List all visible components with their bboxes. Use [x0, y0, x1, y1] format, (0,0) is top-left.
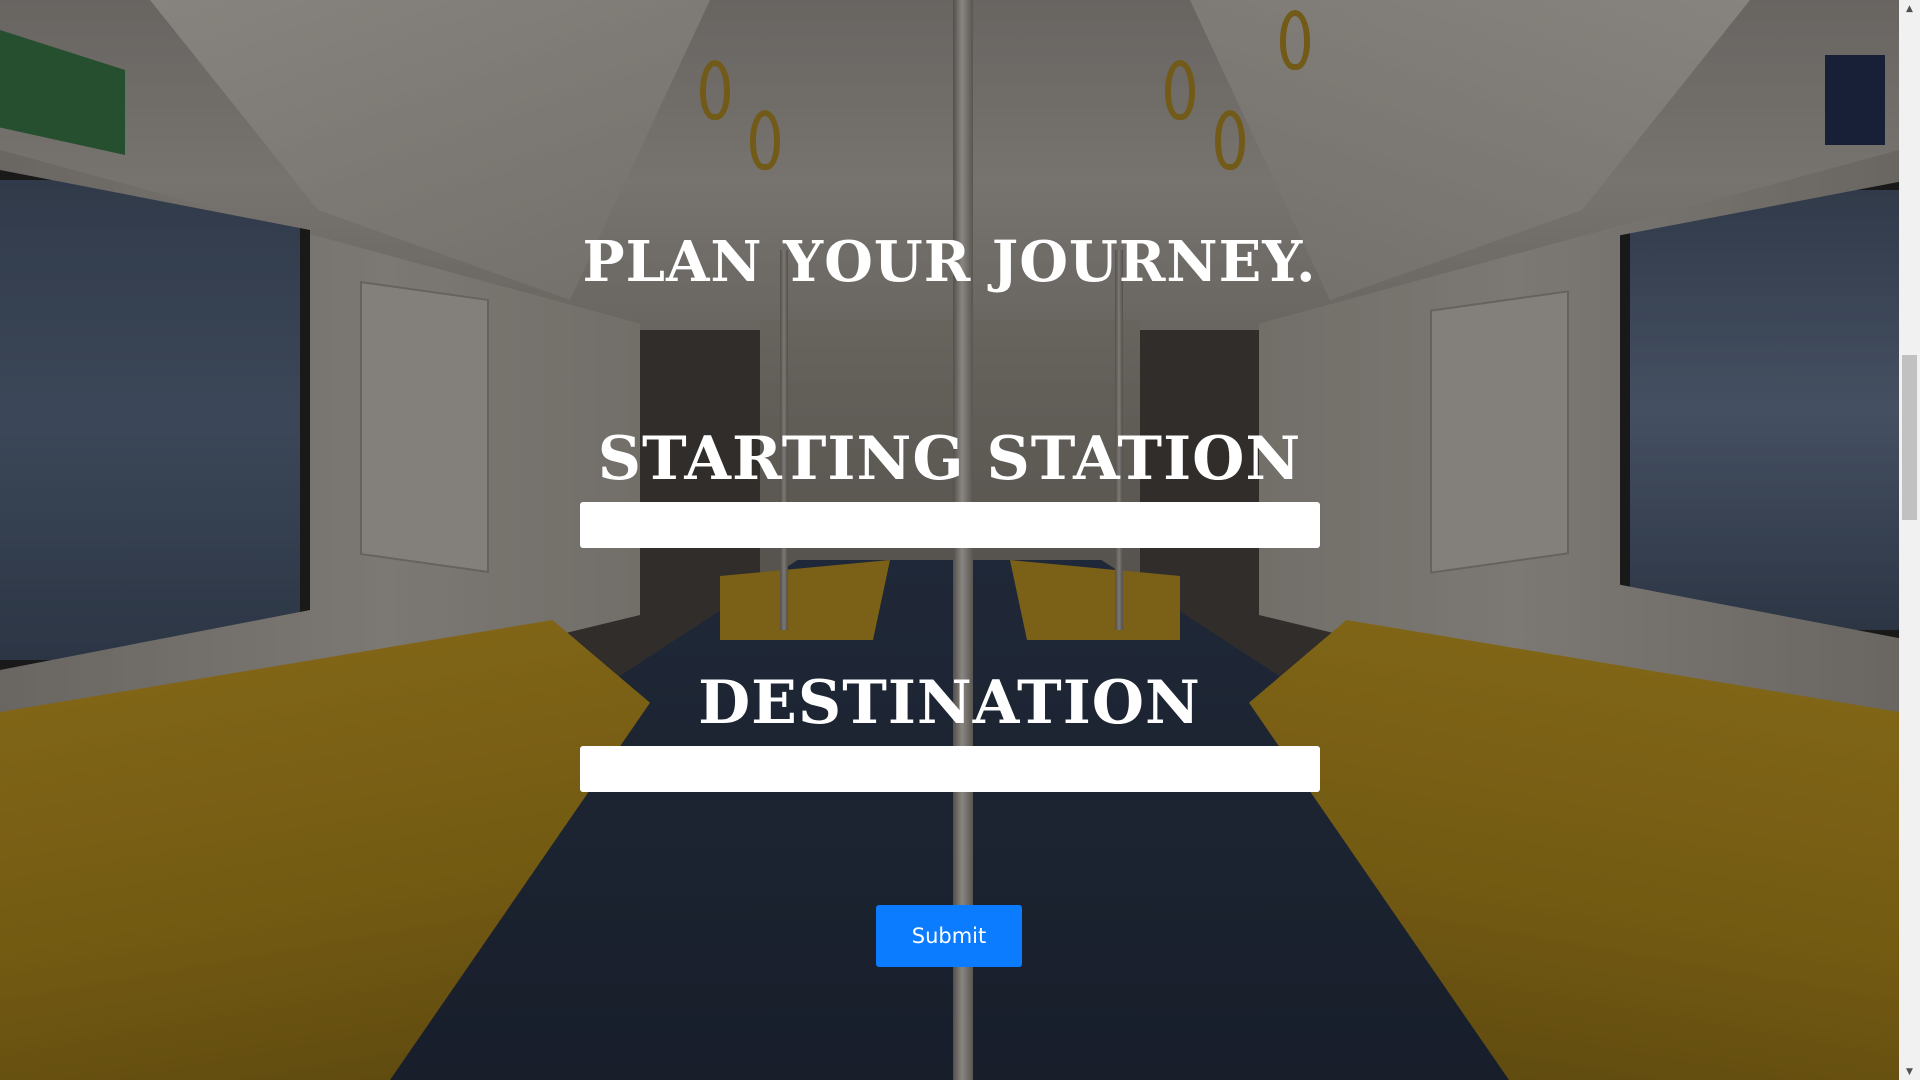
submit-button[interactable]: Submit	[876, 905, 1022, 967]
scrollbar-thumb[interactable]	[1902, 355, 1917, 520]
destination-input[interactable]	[580, 746, 1320, 792]
starting-station-input[interactable]	[580, 502, 1320, 548]
page-title: PLAN YOUR JOURNEY.	[582, 229, 1317, 295]
vertical-scrollbar[interactable]: ▲ ▼	[1899, 0, 1920, 1080]
starting-station-label: STARTING STATION	[597, 424, 1302, 494]
journey-form: PLAN YOUR JOURNEY. STARTING STATION DEST…	[0, 0, 1899, 1080]
destination-label: DESTINATION	[698, 668, 1201, 738]
scroll-down-arrow-icon[interactable]: ▼	[1899, 1063, 1920, 1080]
scroll-up-arrow-icon[interactable]: ▲	[1899, 0, 1920, 17]
page-viewport: PLAN YOUR JOURNEY. STARTING STATION DEST…	[0, 0, 1899, 1080]
